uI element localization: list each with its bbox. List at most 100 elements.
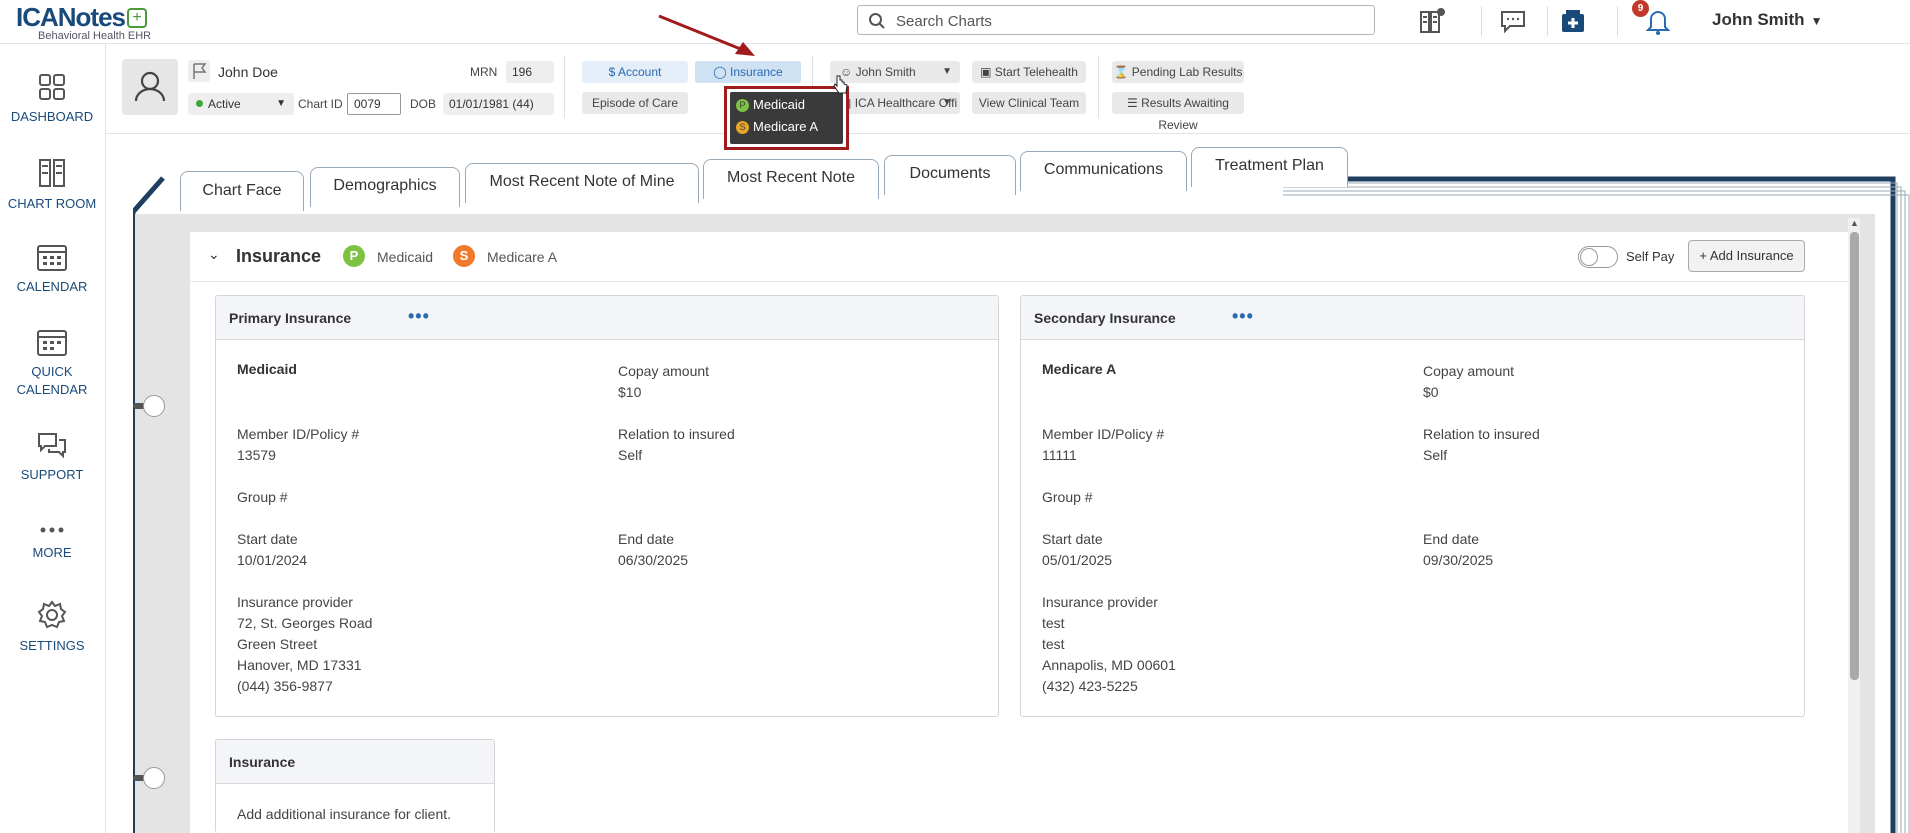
- primary-badge: P: [736, 99, 749, 112]
- tab-most-recent-note[interactable]: Most Recent Note: [703, 159, 879, 199]
- user-silhouette-icon: [134, 71, 166, 102]
- user-menu[interactable]: John Smith ▼: [1712, 10, 1822, 30]
- search-icon: [868, 12, 886, 35]
- insurance-name: Medicare A: [1042, 361, 1117, 377]
- self-pay-label: Self Pay: [1626, 249, 1675, 264]
- search-charts-input[interactable]: Search Charts: [857, 5, 1375, 35]
- chart-room-add-icon[interactable]: [1417, 6, 1447, 36]
- account-button[interactable]: $ Account: [582, 61, 688, 83]
- user-name: John Smith: [1712, 10, 1805, 29]
- results-awaiting-review-button[interactable]: ☰ Results Awaiting Review: [1112, 92, 1244, 132]
- provider-phone: (432) 423-5225: [1042, 678, 1138, 694]
- primary-insurance-name: Medicaid: [377, 249, 434, 265]
- start-date-value: 05/01/2025: [1042, 552, 1113, 568]
- provider-address-line1: 72, St. Georges Road: [237, 615, 373, 631]
- sidebar-item-chart-room[interactable]: CHART ROOM: [0, 157, 104, 213]
- binder-ring: [143, 767, 165, 789]
- chevron-down-icon: ▼: [276, 98, 286, 109]
- panel-title: Insurance: [229, 754, 296, 770]
- sidebar-item-label-line2: CALENDAR: [16, 382, 88, 397]
- binder-ring: [143, 395, 165, 417]
- dropdown-item-medicaid[interactable]: P Medicaid: [736, 97, 805, 112]
- group-label: Group #: [237, 489, 288, 505]
- sidebar-item-label: SETTINGS: [19, 638, 85, 653]
- chart-id-field[interactable]: 0079: [347, 93, 401, 115]
- quick-calendar-icon: [37, 330, 67, 356]
- scrollbar-thumb[interactable]: [1850, 232, 1859, 680]
- tab-communications[interactable]: Communications: [1020, 151, 1187, 191]
- patient-status-select[interactable]: Active ▼: [188, 93, 294, 115]
- sidebar-item-settings[interactable]: SETTINGS: [0, 599, 104, 655]
- panel-title: Primary Insurance: [229, 310, 352, 326]
- pending-lab-results-button[interactable]: ⌛ Pending Lab Results: [1112, 61, 1244, 83]
- group-label: Group #: [1042, 489, 1093, 505]
- additional-insurance-panel: Insurance Add additional insurance for c…: [215, 739, 495, 833]
- dropdown-item-medicare-a[interactable]: S Medicare A: [736, 119, 818, 134]
- sidebar-item-support[interactable]: SUPPORT: [0, 430, 104, 484]
- copay-label: Copay amount: [1423, 363, 1515, 379]
- app-logo[interactable]: ICANotes + Behavioral Health EHR: [16, 2, 151, 42]
- tab-documents[interactable]: Documents: [884, 155, 1016, 195]
- end-date-label: End date: [618, 531, 675, 547]
- sidebar-item-label: CHART ROOM: [7, 196, 97, 211]
- insurance-dropdown: P Medicaid S Medicare A: [724, 86, 849, 150]
- view-clinical-team-button[interactable]: View Clinical Team: [972, 92, 1086, 114]
- hourglass-icon: ⌛: [1113, 65, 1129, 79]
- mrn-value: 196: [506, 61, 554, 83]
- provider-address-line1: test: [1042, 615, 1065, 631]
- toggle-knob: [1580, 248, 1598, 266]
- annotation-arrow: [658, 14, 755, 56]
- dropdown-item-label: Medicare A: [753, 119, 819, 134]
- start-telehealth-label: Start Telehealth: [994, 65, 1078, 79]
- list-icon: ☰: [1127, 96, 1138, 110]
- sidebar-item-label: MORE: [32, 545, 72, 560]
- collapse-chevron-icon[interactable]: ⌄: [208, 246, 220, 263]
- dropdown-item-label: Medicaid: [753, 97, 806, 112]
- more-options-icon[interactable]: •••: [408, 306, 430, 327]
- secondary-badge: S: [453, 245, 475, 267]
- tab-treatment-plan[interactable]: Treatment Plan: [1191, 147, 1348, 187]
- sidebar-item-more[interactable]: MORE: [0, 522, 104, 562]
- additional-insurance-text[interactable]: Add additional insurance for client.: [237, 806, 451, 822]
- end-date-label: End date: [1423, 531, 1480, 547]
- member-id-label: Member ID/Policy #: [1042, 426, 1165, 442]
- insurance-button[interactable]: ◯ Insurance: [695, 61, 801, 83]
- flag-icon[interactable]: [188, 60, 210, 82]
- sidebar-item-label: CALENDAR: [16, 279, 88, 294]
- logo-plus-icon: +: [127, 8, 148, 28]
- member-id-value: 13579: [237, 447, 276, 463]
- self-pay-toggle[interactable]: [1578, 246, 1618, 268]
- settings-icon: [37, 600, 67, 629]
- relation-value: Self: [618, 447, 643, 463]
- sidebar-item-quick-calendar[interactable]: QUICK CALENDAR: [0, 327, 104, 399]
- primary-badge: P: [343, 245, 365, 267]
- copay-value: $10: [618, 384, 642, 400]
- avatar[interactable]: [122, 59, 178, 115]
- support-icon: [38, 433, 66, 459]
- video-icon: ▣: [980, 65, 992, 79]
- shield-icon: ◯: [713, 65, 727, 79]
- add-insurance-button[interactable]: + Add Insurance: [1688, 240, 1805, 272]
- provider-label: Insurance provider: [1042, 594, 1158, 610]
- episode-of-care-button[interactable]: Episode of Care: [582, 92, 688, 114]
- sidebar-item-calendar[interactable]: CALENDAR: [0, 242, 104, 296]
- relation-label: Relation to insured: [618, 426, 735, 442]
- tab-chart-face[interactable]: Chart Face: [180, 171, 304, 211]
- provider-address-line3: Hanover, MD 17331: [237, 657, 362, 673]
- rx-add-icon[interactable]: [1558, 6, 1588, 36]
- patient-header: John Doe Active ▼ MRN 196 Chart ID 0079 …: [106, 44, 1910, 134]
- status-dot: [196, 100, 203, 107]
- start-telehealth-button[interactable]: ▣ Start Telehealth: [972, 61, 1086, 83]
- provider-label: Insurance provider: [237, 594, 353, 610]
- tab-demographics[interactable]: Demographics: [310, 167, 460, 207]
- scroll-up-icon[interactable]: ▲: [1850, 218, 1859, 228]
- tab-most-recent-note-of-mine[interactable]: Most Recent Note of Mine: [465, 163, 699, 203]
- message-icon[interactable]: [1498, 6, 1528, 36]
- more-icon: [40, 527, 64, 533]
- sidebar-item-dashboard[interactable]: DASHBOARD: [0, 72, 104, 126]
- member-id-label: Member ID/Policy #: [237, 426, 360, 442]
- divider: [1481, 6, 1482, 36]
- more-options-icon[interactable]: •••: [1232, 306, 1254, 327]
- cursor-icon: [833, 75, 848, 94]
- pending-lab-results-label: Pending Lab Results: [1131, 65, 1243, 79]
